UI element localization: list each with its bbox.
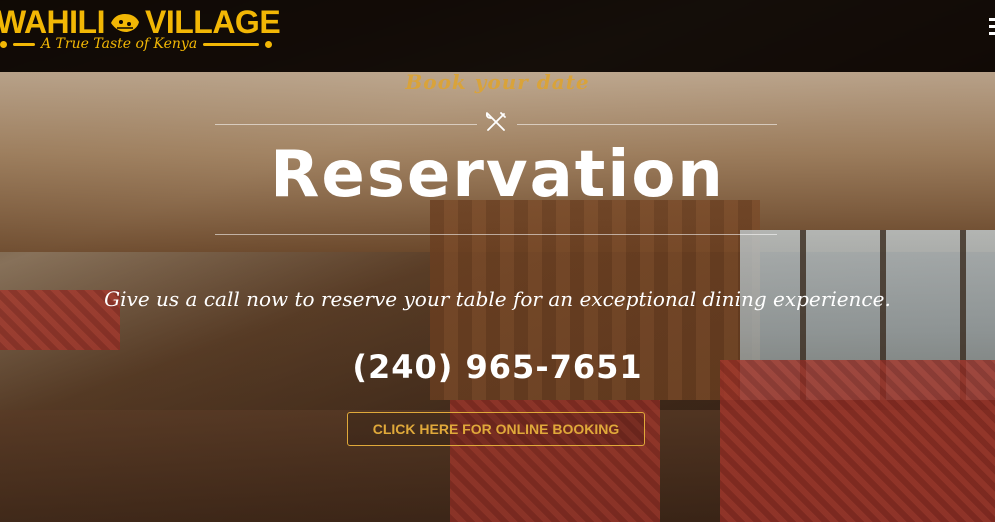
tagline-dot xyxy=(265,40,272,48)
fork-knife-icon xyxy=(485,112,506,131)
divider-left-top xyxy=(215,124,477,125)
divider-bottom xyxy=(215,234,777,235)
hero-subtitle: Book your date xyxy=(405,70,590,94)
kenya-map-emblem-icon xyxy=(110,13,139,32)
tagline-rule xyxy=(13,42,35,46)
site-header: WAHILI VILLAGE A True Taste of Kenya xyxy=(0,0,995,72)
page-title: Reservation xyxy=(270,138,725,212)
tagline-rule xyxy=(203,42,259,46)
reservation-description: Give us a call now to reserve your table… xyxy=(104,287,891,311)
hamburger-menu-icon[interactable] xyxy=(989,18,995,36)
phone-number[interactable]: (240) 965-7651 xyxy=(0,348,995,386)
tagline-dot xyxy=(0,40,7,48)
logo-tagline: A True Taste of Kenya xyxy=(0,36,272,52)
tagline-text: A True Taste of Kenya xyxy=(41,36,198,52)
online-booking-button[interactable]: CLICK HERE FOR ONLINE BOOKING xyxy=(347,412,645,446)
divider-right-top xyxy=(517,124,777,125)
